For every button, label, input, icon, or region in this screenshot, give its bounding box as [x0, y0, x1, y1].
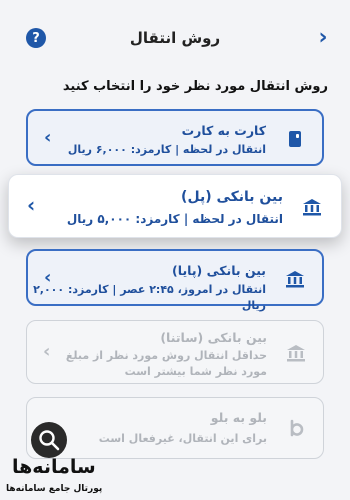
method-satna: بین بانکی (ساتنا) حداقل انتقال روش مورد …: [26, 320, 324, 384]
instruction-text: روش انتقال مورد نظر خود را انتخاب کنید: [62, 79, 328, 94]
bank-icon: [284, 268, 306, 290]
help-icon: ?: [32, 30, 40, 46]
chevron-left-icon: ‹: [27, 193, 36, 217]
bank-icon: [285, 342, 307, 364]
bank-icon: [301, 196, 323, 218]
blu-icon: [285, 418, 307, 440]
method-desc: انتقال در لحظه | کارمزد: ۶,۰۰۰ ریال: [67, 143, 266, 156]
chevron-right-icon: ›: [318, 24, 328, 50]
help-button[interactable]: ?: [26, 28, 46, 48]
app-header: ? روش انتقال ›: [0, 0, 350, 70]
method-pol[interactable]: بین بانکی (پل) انتقال در لحظه | کارمزد: …: [8, 174, 342, 238]
magnifier-icon: [31, 422, 67, 458]
watermark-logo: سامانه‌ها پورتال جامع سامانه‌ها: [4, 422, 104, 498]
back-button[interactable]: ›: [314, 24, 332, 50]
card-icon: [284, 128, 306, 150]
watermark-tagline: پورتال جامع سامانه‌ها: [6, 484, 103, 494]
method-title: کارت به کارت: [181, 123, 266, 138]
watermark-name: سامانه‌ها: [12, 456, 96, 478]
page-title: روش انتقال: [129, 29, 221, 47]
method-title: بلو به بلو: [210, 410, 267, 425]
method-title: بین بانکی (ساتنا): [160, 330, 267, 345]
chevron-left-icon: ‹: [44, 127, 52, 148]
method-title: بین بانکی (پل): [181, 189, 283, 205]
method-desc: انتقال در لحظه | کارمزد: ۵,۰۰۰ ریال: [66, 212, 283, 226]
method-title: بین بانکی (پایا): [172, 263, 266, 278]
chevron-left-icon: ‹: [44, 267, 52, 288]
chevron-left-icon: ‹: [43, 341, 51, 362]
method-paya[interactable]: بین بانکی (پایا) انتقال در امروز، ۲:۴۵ ع…: [26, 249, 324, 312]
method-card-to-card[interactable]: کارت به کارت انتقال در لحظه | کارمزد: ۶,…: [26, 109, 324, 166]
method-desc: انتقال در امروز، ۲:۴۵ عصر | کارمزد: ۲,۰۰…: [33, 283, 266, 312]
method-desc: برای این انتقال، غیرفعال است: [98, 432, 267, 445]
method-desc: حداقل انتقال روش مورد نظر از مبلغ مورد ن…: [65, 349, 267, 378]
